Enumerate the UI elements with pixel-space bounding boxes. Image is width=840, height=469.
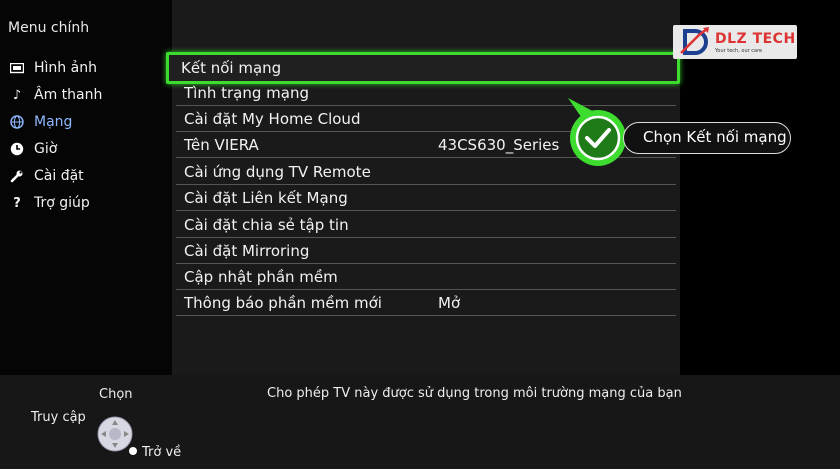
menu-item-label: Thông báo phần mềm mới [184, 293, 382, 312]
wrench-icon [8, 169, 26, 183]
logo-subtext: Your tech, our care [715, 48, 763, 54]
logo-mark-icon [680, 27, 709, 55]
sidebar-item-clock[interactable]: Giờ [8, 137, 57, 161]
menu-item-network-link[interactable]: Cài đặt Liên kết Mạng [176, 185, 676, 211]
sidebar-item-label: Âm thanh [34, 87, 103, 103]
music-note-icon: ♪ [12, 87, 22, 103]
sidebar-item-sound[interactable]: ♪ Âm thanh [8, 83, 103, 107]
sidebar-item-label: Mạng [34, 114, 73, 130]
menu-item-label: Cài đặt Liên kết Mạng [184, 188, 348, 207]
menu-item-label: Cài ứng dụng TV Remote [184, 162, 371, 181]
back-hint: Trở về [142, 445, 182, 460]
sidebar-title: Menu chính [8, 20, 90, 36]
access-hint: Truy cập [31, 410, 86, 425]
checkmark-callout-icon [568, 98, 626, 166]
sidebar-item-network[interactable]: Mạng [8, 110, 72, 134]
picture-icon [8, 62, 26, 74]
main-menu-sidebar: Menu chính Hình ảnh ♪ Âm thanh Mạng Giờ … [0, 0, 172, 375]
menu-item-new-software-notice[interactable]: Thông báo phần mềm mới Mở [176, 290, 676, 316]
sidebar-item-help[interactable]: ? Trợ giúp [8, 191, 90, 215]
menu-item-label: Cài đặt Mirroring [184, 241, 310, 260]
menu-description: Cho phép TV này được sử dụng trong môi t… [267, 386, 682, 401]
menu-item-label: Cập nhật phần mềm [184, 267, 338, 286]
sidebar-item-label: Cài đặt [34, 168, 84, 184]
question-icon: ? [13, 195, 21, 211]
sidebar-item-label: Giờ [34, 141, 58, 157]
clock-icon [8, 142, 26, 156]
menu-item-file-sharing[interactable]: Cài đặt chia sẻ tập tin [176, 212, 676, 238]
menu-item-value: 43CS630_Series [438, 135, 560, 154]
select-hint: Chọn [99, 387, 133, 402]
menu-item-software-update[interactable]: Cập nhật phần mềm [176, 264, 676, 290]
dlz-tech-logo: DLZ TECH Your tech, our care [673, 25, 797, 59]
sidebar-item-picture[interactable]: Hình ảnh [8, 56, 97, 80]
menu-item-label: Tên VIERA [184, 135, 259, 154]
back-button-icon [129, 447, 137, 455]
menu-item-label: Cài đặt chia sẻ tập tin [184, 215, 349, 234]
globe-icon [8, 115, 26, 129]
menu-item-label: Cài đặt My Home Cloud [184, 109, 361, 128]
menu-item-value: Mở [438, 293, 461, 312]
menu-item-mirroring[interactable]: Cài đặt Mirroring [176, 238, 676, 264]
sidebar-item-settings[interactable]: Cài đặt [8, 164, 84, 188]
menu-item-label: Tình trạng mạng [184, 83, 309, 102]
sidebar-item-label: Trợ giúp [34, 195, 90, 211]
menu-item-label: Kết nối mạng [181, 59, 282, 77]
callout-text: Chọn Kết nối mạng [643, 128, 787, 146]
sidebar-item-label: Hình ảnh [34, 60, 97, 76]
logo-text: DLZ TECH [715, 31, 796, 47]
